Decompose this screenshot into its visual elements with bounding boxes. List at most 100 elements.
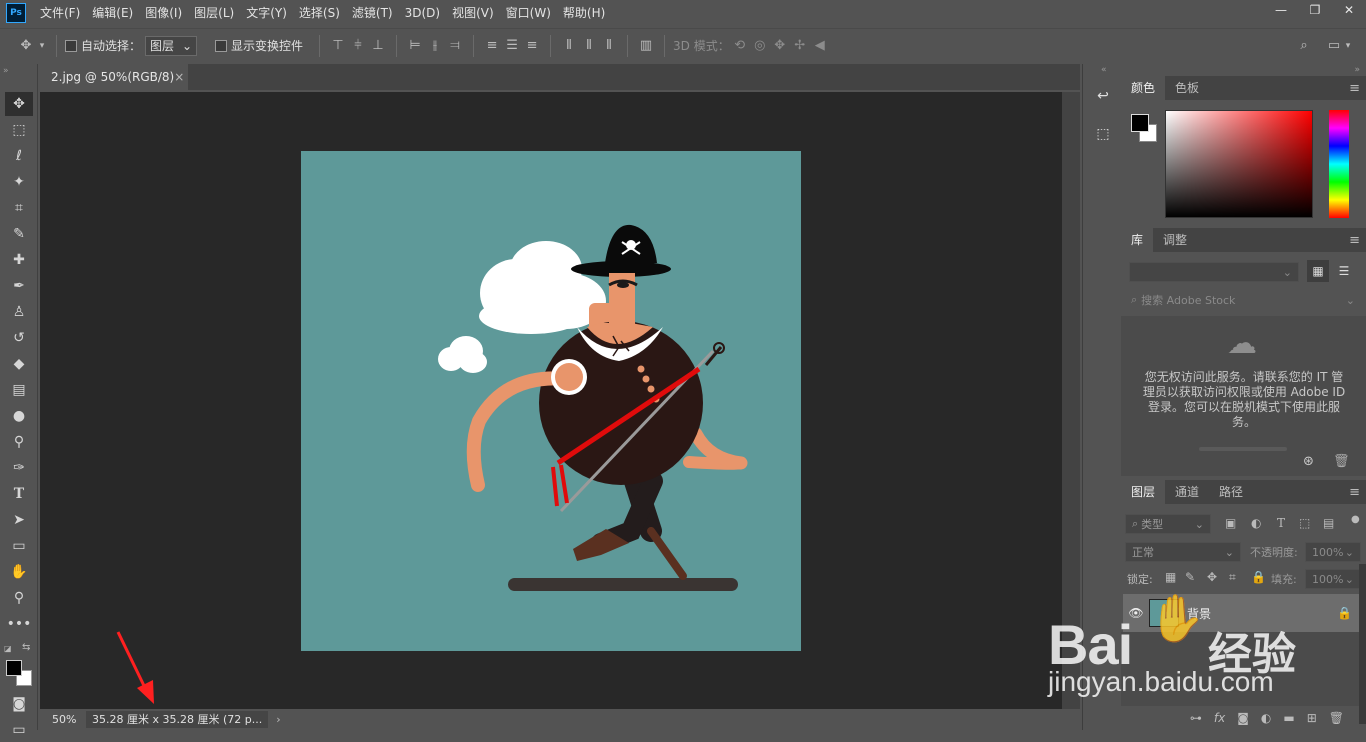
align-horizontal-center-icon[interactable]: ⫲ [425, 35, 445, 57]
screen-mode-icon[interactable]: ▭ [5, 718, 33, 742]
trash-icon[interactable]: 🗑 [1333, 454, 1350, 469]
add-mask-icon[interactable]: ◙ [1237, 711, 1249, 725]
3d-roll-icon[interactable]: ◎ [750, 35, 770, 57]
document-tab[interactable]: 2.jpg @ 50%(RGB/8) × [40, 64, 188, 90]
move-tool-icon[interactable]: ✥ [5, 92, 33, 116]
layer-name[interactable]: 背景 [1187, 605, 1211, 622]
distribute-bottom-icon[interactable]: ≡ [522, 35, 542, 57]
tab-channels[interactable]: 通道 [1165, 480, 1209, 504]
color-spectrum[interactable] [1165, 110, 1313, 218]
color-panel-foreground-swatch[interactable] [1131, 114, 1149, 132]
rectangle-tool-icon[interactable]: ▭ [5, 534, 33, 558]
lock-transparent-icon[interactable]: ▦ [1165, 570, 1176, 584]
tab-paths[interactable]: 路径 [1209, 480, 1253, 504]
status-menu-arrow-icon[interactable]: › [276, 713, 280, 726]
close-button[interactable]: ✕ [1332, 0, 1366, 20]
canvas-area[interactable] [40, 92, 1062, 709]
show-transform-checkbox[interactable] [215, 39, 228, 52]
move-tool-preset-icon[interactable]: ✥ [16, 35, 36, 57]
align-vertical-center-icon[interactable]: ⫩ [348, 35, 368, 57]
minimize-button[interactable]: — [1264, 0, 1298, 20]
blend-mode-dropdown[interactable]: 正常 ⌄ [1125, 542, 1241, 562]
3d-scale-icon[interactable]: ◀ [810, 35, 830, 57]
crop-tool-icon[interactable]: ⌗ [5, 196, 33, 220]
lasso-tool-icon[interactable]: ℓ [5, 144, 33, 168]
menu-image[interactable]: 图像(I) [139, 0, 188, 26]
menu-3d[interactable]: 3D(D) [399, 0, 446, 26]
filter-adjustment-icon[interactable]: ◐ [1251, 516, 1261, 530]
healing-brush-tool-icon[interactable]: ✚ [5, 248, 33, 272]
lock-position-icon[interactable]: ✥ [1207, 570, 1217, 584]
3d-slide-icon[interactable]: ✢ [790, 35, 810, 57]
layer-filter-dropdown[interactable]: ⌕ 类型 ⌄ [1125, 514, 1211, 534]
dodge-tool-icon[interactable]: ⚲ [5, 430, 33, 454]
tab-color[interactable]: 颜色 [1121, 76, 1166, 100]
tab-swatches[interactable]: 色板 [1165, 76, 1209, 100]
creative-cloud-icon[interactable]: ⊛ [1303, 454, 1314, 469]
library-dropdown[interactable]: ⌄ [1129, 262, 1299, 282]
menu-view[interactable]: 视图(V) [446, 0, 500, 26]
auto-select-checkbox[interactable] [65, 39, 77, 52]
menu-layer[interactable]: 图层(L) [188, 0, 240, 26]
expand-dock-icon[interactable]: « [1101, 65, 1107, 75]
3d-panel-icon[interactable]: ⬚ [1093, 126, 1113, 146]
vertical-scrollbar[interactable] [1062, 92, 1080, 709]
filter-type-icon[interactable]: T [1277, 516, 1285, 530]
distribute-right-icon[interactable]: ⦀ [599, 35, 619, 57]
auto-align-icon[interactable]: ▥ [636, 35, 656, 57]
list-view-icon[interactable]: ☰ [1333, 260, 1355, 282]
distribute-horizontal-center-icon[interactable]: ⦀ [579, 35, 599, 57]
new-adjustment-icon[interactable]: ◐ [1261, 711, 1271, 725]
distribute-vertical-center-icon[interactable]: ☰ [502, 35, 522, 57]
new-layer-icon[interactable]: ⊞ [1307, 711, 1317, 725]
eyedropper-tool-icon[interactable]: ✎ [5, 222, 33, 246]
fill-field[interactable]: 100% ⌄ [1305, 569, 1361, 589]
tab-adjustments[interactable]: 调整 [1153, 228, 1197, 252]
panel-menu-icon[interactable]: ≡ [1349, 485, 1360, 500]
panel-menu-icon[interactable]: ≡ [1349, 81, 1360, 96]
link-layers-icon[interactable]: ⊶ [1190, 711, 1202, 725]
quick-mask-icon[interactable]: ◙ [5, 692, 33, 716]
align-right-icon[interactable]: ⫤ [445, 35, 465, 57]
clone-stamp-tool-icon[interactable]: ♙ [5, 300, 33, 324]
opacity-field[interactable]: 100% ⌄ [1305, 542, 1361, 562]
history-panel-icon[interactable]: ↩ [1093, 88, 1113, 108]
align-bottom-icon[interactable]: ⊥ [368, 35, 388, 57]
hand-tool-icon[interactable]: ✋ [5, 560, 33, 584]
menu-file[interactable]: 文件(F) [34, 0, 86, 26]
filter-toggle-icon[interactable]: ● [1351, 514, 1360, 525]
library-button[interactable] [1199, 447, 1287, 451]
filter-smart-object-icon[interactable]: ▤ [1323, 516, 1334, 530]
default-colors-icon[interactable]: ◪ [4, 644, 12, 653]
delete-layer-icon[interactable]: 🗑 [1329, 711, 1344, 725]
history-brush-tool-icon[interactable]: ↺ [5, 326, 33, 350]
auto-select-target-dropdown[interactable]: 图层 ⌄ [145, 35, 198, 56]
pen-tool-icon[interactable]: ✑ [5, 456, 33, 480]
eraser-tool-icon[interactable]: ◆ [5, 352, 33, 376]
more-tools-icon[interactable]: ••• [5, 612, 33, 636]
fx-icon[interactable]: fx [1214, 711, 1225, 725]
image-canvas[interactable] [301, 151, 801, 651]
tab-library[interactable]: 库 [1121, 228, 1154, 252]
hue-slider[interactable] [1329, 110, 1349, 218]
menu-window[interactable]: 窗口(W) [500, 0, 557, 26]
gradient-tool-icon[interactable]: ▤ [5, 378, 33, 402]
3d-pan-icon[interactable]: ✥ [770, 35, 790, 57]
menu-edit[interactable]: 编辑(E) [86, 0, 139, 26]
3d-rotate-icon[interactable]: ⟲ [730, 35, 750, 57]
blur-tool-icon[interactable]: ● [5, 404, 33, 428]
new-group-icon[interactable]: ▬ [1283, 711, 1294, 725]
visibility-eye-icon[interactable]: 👁 [1123, 606, 1149, 620]
marquee-tool-icon[interactable]: ⬚ [5, 118, 33, 142]
filter-shape-icon[interactable]: ⬚ [1299, 516, 1310, 530]
search-icon[interactable]: ⌕ [1294, 35, 1314, 57]
menu-help[interactable]: 帮助(H) [557, 0, 611, 26]
collapse-toolbox-icon[interactable]: » [3, 66, 9, 76]
chevron-down-icon[interactable]: ▾ [36, 35, 48, 57]
distribute-top-icon[interactable]: ≡ [482, 35, 502, 57]
align-left-icon[interactable]: ⊨ [405, 35, 425, 57]
close-document-icon[interactable]: × [174, 70, 184, 84]
workspace-icon[interactable]: ▭ [1324, 35, 1344, 57]
lock-artboard-icon[interactable]: ⌗ [1229, 570, 1236, 585]
tab-layers[interactable]: 图层 [1121, 480, 1166, 504]
